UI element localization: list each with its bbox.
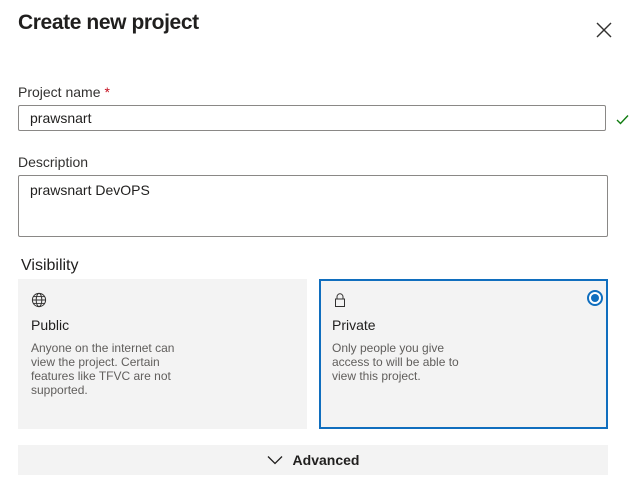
private-option-description: Only people you give access to will be a… — [332, 341, 459, 383]
visibility-label: Visibility — [21, 257, 79, 274]
project-name-label: Project name * — [18, 84, 110, 100]
project-name-input[interactable] — [18, 105, 606, 131]
public-option-description: Anyone on the internet can view the proj… — [31, 341, 175, 397]
visibility-option-public[interactable]: Public Anyone on the internet can view t… — [18, 279, 307, 429]
advanced-toggle[interactable]: Advanced — [18, 445, 608, 475]
visibility-option-private[interactable]: Private Only people you give access to w… — [319, 279, 608, 429]
required-marker: * — [104, 84, 110, 100]
advanced-label: Advanced — [292, 452, 360, 468]
private-option-title: Private — [332, 317, 376, 333]
description-label: Description — [18, 154, 89, 170]
checkmark-icon — [616, 115, 629, 125]
lock-icon — [335, 293, 345, 307]
radio-selected-dot — [591, 294, 599, 302]
private-radio-selected[interactable] — [587, 290, 603, 306]
description-input[interactable]: prawsnart DevOPS — [18, 175, 608, 237]
close-button[interactable] — [592, 18, 616, 42]
close-icon — [596, 22, 612, 38]
chevron-down-icon — [267, 456, 282, 465]
dialog-title: Create new project — [18, 11, 199, 34]
public-option-title: Public — [31, 317, 70, 333]
project-name-label-text: Project name — [18, 84, 101, 100]
globe-icon — [31, 292, 47, 308]
